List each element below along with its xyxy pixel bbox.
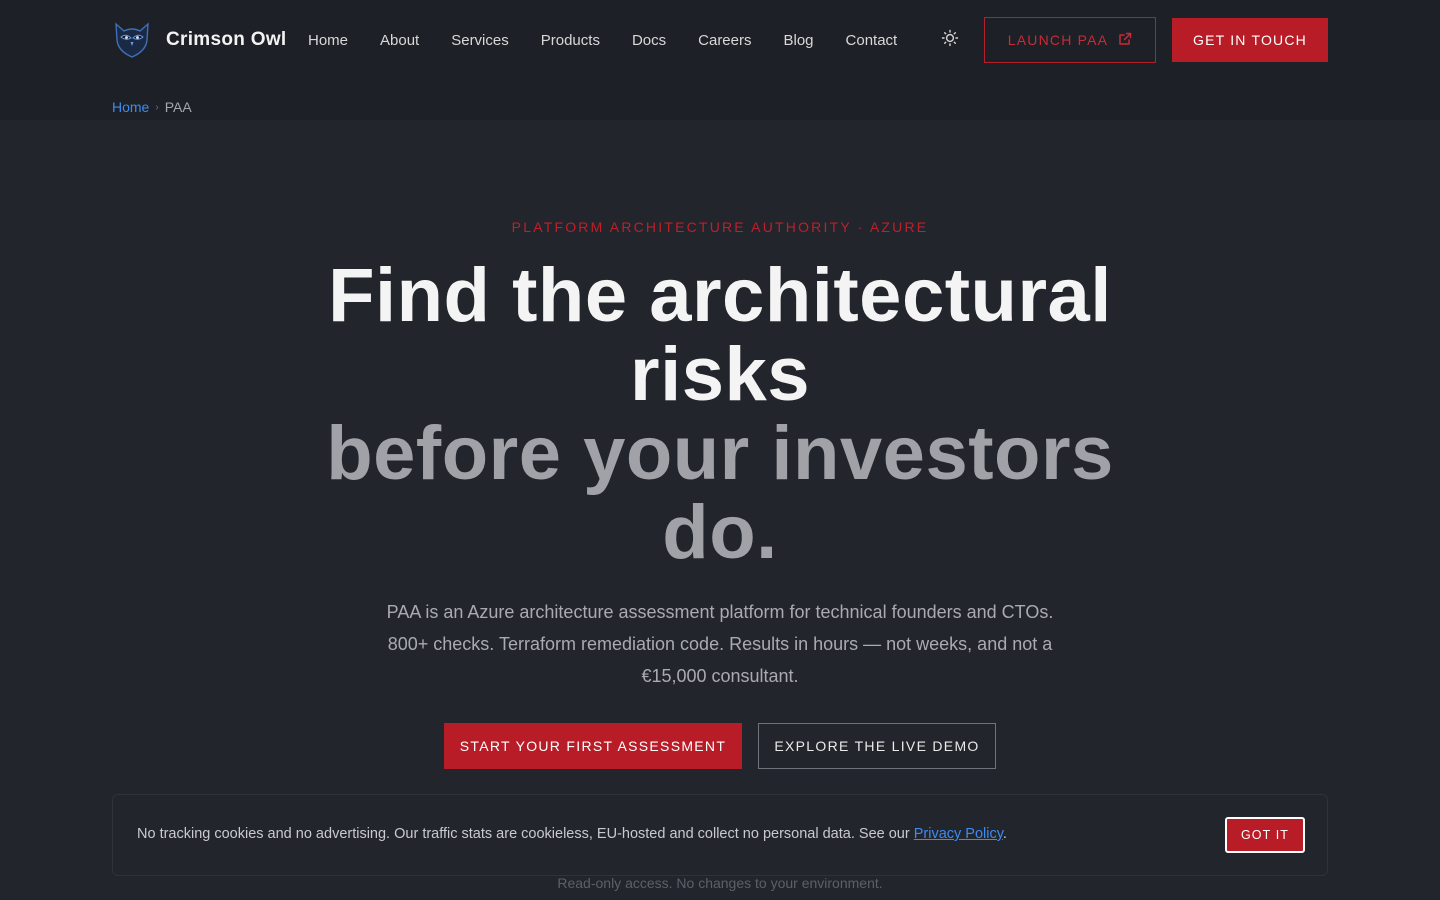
hero-eyebrow: PLATFORM ARCHITECTURE AUTHORITY · AZURE [511, 219, 929, 235]
breadcrumb-current: PAA [164, 99, 192, 115]
cookie-text-main: No tracking cookies and no advertising. … [137, 826, 914, 842]
brand-name: Crimson Owl [166, 29, 287, 50]
hero-cta-row: START YOUR FIRST ASSESSMENT EXPLORE THE … [0, 723, 1440, 769]
main-nav: Home About Services Products Docs Career… [308, 28, 897, 52]
nav-item-home[interactable]: Home [308, 32, 348, 49]
nav-item-products[interactable]: Products [541, 32, 600, 49]
breadcrumb: Home › PAA [112, 99, 192, 115]
start-assessment-button[interactable]: START YOUR FIRST ASSESSMENT [444, 723, 742, 769]
nav-item-docs[interactable]: Docs [632, 32, 666, 49]
brand-link[interactable]: Crimson Owl [112, 20, 286, 60]
cookie-text-end: . [1002, 826, 1007, 842]
nav-item-about[interactable]: About [380, 32, 419, 49]
external-link-icon [1118, 32, 1132, 49]
cookie-got-it-button[interactable]: GOT IT [1225, 817, 1305, 853]
launch-paa-button[interactable]: LAUNCH PAA [984, 17, 1156, 63]
nav-item-blog[interactable]: Blog [784, 32, 814, 49]
hero-headline-line1: Find the architectural risks [328, 253, 1112, 417]
get-in-touch-button[interactable]: GET IN TOUCH [1172, 18, 1328, 62]
explore-demo-button[interactable]: EXPLORE THE LIVE DEMO [758, 723, 996, 769]
hero-headline: Find the architectural risks before your… [320, 256, 1120, 572]
owl-logo-icon [112, 20, 152, 60]
read-only-note: Read-only access. No changes to your env… [557, 875, 883, 891]
hero-headline-line2: before your investors do. [326, 411, 1114, 575]
breadcrumb-home-link[interactable]: Home [112, 99, 149, 115]
nav-item-contact[interactable]: Contact [846, 32, 898, 49]
privacy-policy-link[interactable]: Privacy Policy [914, 826, 1003, 842]
cookie-text: No tracking cookies and no advertising. … [137, 826, 1007, 842]
nav-item-services[interactable]: Services [451, 32, 509, 49]
nav-item-careers[interactable]: Careers [698, 32, 751, 49]
hero-lead: PAA is an Azure architecture assessment … [386, 602, 1054, 686]
sun-icon [941, 29, 959, 52]
theme-toggle-button[interactable] [938, 28, 962, 52]
launch-paa-label: LAUNCH PAA [1007, 32, 1109, 48]
site-header: Crimson Owl Home About Services Products… [0, 0, 1440, 120]
breadcrumb-separator: › [155, 101, 159, 113]
cookie-banner: No tracking cookies and no advertising. … [112, 794, 1328, 876]
